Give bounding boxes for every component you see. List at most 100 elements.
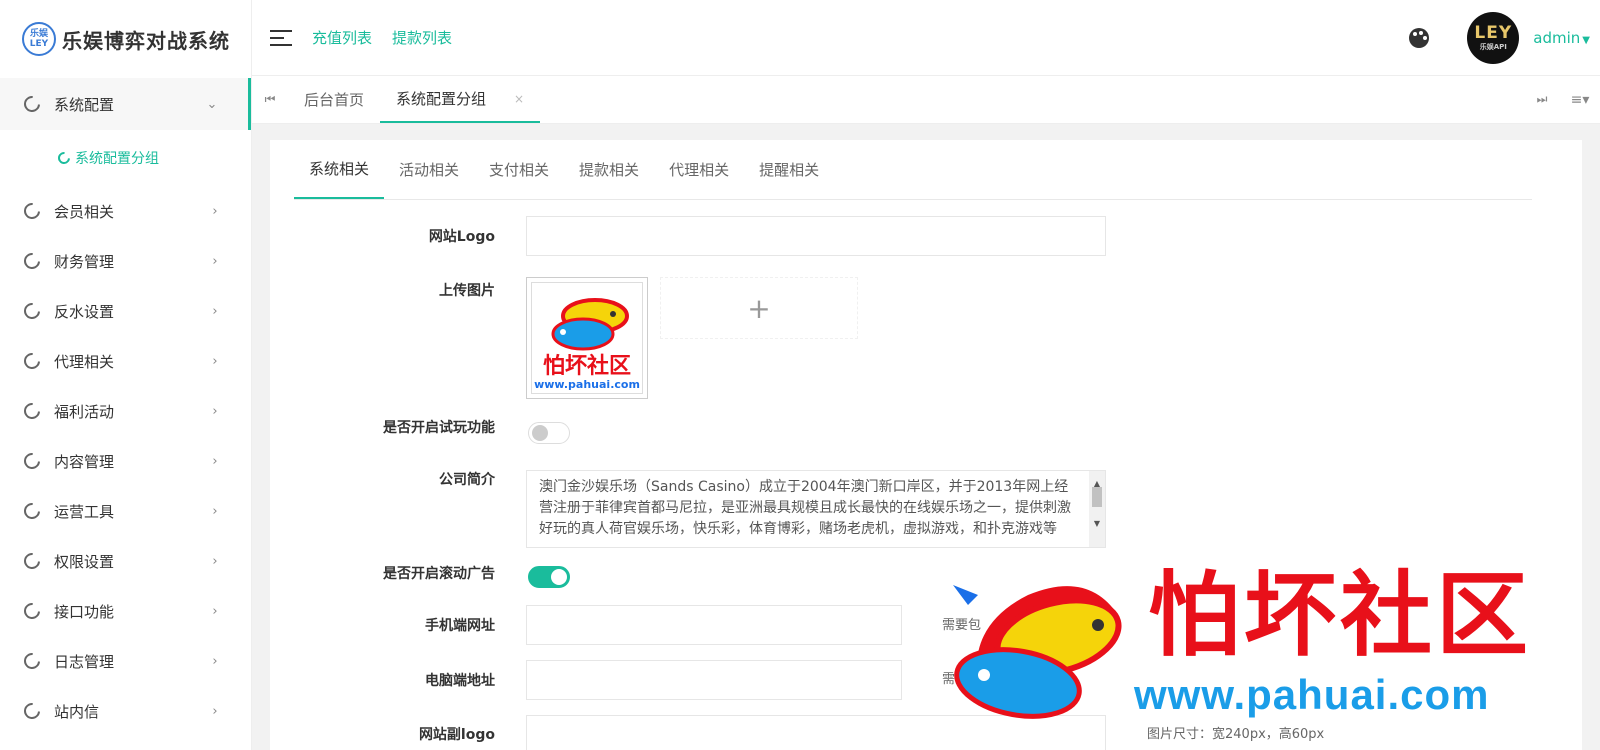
sidebar-subitem-config-group[interactable]: 系统配置分组 (0, 130, 251, 186)
avatar-text: LEY (1474, 22, 1513, 43)
form-tab-withdraw[interactable]: 提款相关 (564, 139, 654, 199)
menu-toggle-icon[interactable] (270, 25, 292, 51)
circle-icon (20, 92, 44, 116)
brand[interactable]: 乐娱 LEY 乐娱博弈对战系统 (0, 0, 251, 78)
sidebar-item-members[interactable]: 会员相关 › (0, 186, 251, 236)
scroll-down-icon[interactable]: ▼ (1089, 513, 1105, 534)
circle-icon (20, 499, 44, 523)
mobile-url-label: 手机端网址 (425, 618, 495, 634)
circle-icon (20, 299, 44, 323)
sidebar-item-system-config[interactable]: 系统配置 ⌄ (0, 78, 251, 130)
upload-label: 上传图片 (439, 283, 495, 299)
form-tab-activity[interactable]: 活动相关 (384, 139, 474, 199)
sidebar-item-permissions[interactable]: 权限设置 › (0, 536, 251, 586)
mobile-url-input[interactable] (526, 605, 902, 645)
sidebar-item-label: 系统配置 (54, 95, 115, 114)
tab-prev-icon[interactable]: ⏮ (252, 76, 288, 123)
chevron-right-icon: › (212, 253, 218, 269)
sidebar-item-label: 代理相关 (54, 352, 115, 371)
circle-icon (20, 399, 44, 423)
watermark-url: www.pahuai.com (1134, 671, 1490, 718)
top-header: 充值列表 提款列表 LEY 乐娱API admin ▼ (252, 0, 1600, 76)
circle-icon (20, 449, 44, 473)
chevron-right-icon: › (212, 653, 218, 669)
sidebar-item-ops-tools[interactable]: 运营工具 › (0, 486, 251, 536)
sidebar: 乐娱 LEY 乐娱博弈对战系统 系统配置 ⌄ 系统配置分组 会员相关 › 财务管… (0, 0, 252, 750)
intro-label: 公司简介 (439, 472, 495, 488)
chevron-right-icon: › (212, 703, 218, 719)
sidebar-item-promotions[interactable]: 福利活动 › (0, 386, 251, 436)
palette-icon[interactable] (1409, 27, 1430, 48)
tab-label: 系统配置分组 (396, 90, 487, 108)
caret-down-icon: ▼ (1582, 34, 1590, 46)
form-tab-payment[interactable]: 支付相关 (474, 139, 564, 199)
chevron-right-icon: › (212, 603, 218, 619)
circle-icon (55, 149, 73, 167)
tab-config-group[interactable]: 系统配置分组 × (380, 76, 541, 123)
uploaded-image-preview: 怕坏社区 www.pahuai.com (531, 282, 643, 394)
chevron-right-icon: › (212, 453, 218, 469)
watermark: 怕坏社区 www.pahuai.com (948, 565, 1558, 745)
recharge-list-link[interactable]: 充值列表 (312, 27, 372, 48)
circle-icon (20, 599, 44, 623)
trial-toggle[interactable] (528, 422, 570, 444)
avatar[interactable]: LEY 乐娱API (1467, 11, 1520, 64)
circle-icon (20, 249, 44, 273)
sub-logo-label: 网站副logo (418, 727, 495, 743)
brand-logo-bottom: LEY (29, 39, 49, 49)
form-tab-system[interactable]: 系统相关 (294, 139, 385, 199)
sidebar-item-logs[interactable]: 日志管理 › (0, 636, 251, 686)
sidebar-item-label: 财务管理 (54, 252, 115, 271)
scroll-ad-label: 是否开启滚动广告 (383, 566, 495, 582)
withdraw-list-link[interactable]: 提款列表 (392, 27, 452, 48)
circle-icon (20, 199, 44, 223)
close-icon[interactable]: × (514, 92, 524, 106)
sidebar-item-messages[interactable]: 站内信 › (0, 686, 251, 736)
chevron-right-icon: › (212, 403, 218, 419)
tab-next-icon[interactable]: ⏭ (1524, 92, 1560, 107)
brand-logo-top: 乐娱 (29, 29, 48, 39)
sidebar-item-rebate[interactable]: 反水设置 › (0, 286, 251, 336)
chevron-right-icon: › (212, 353, 218, 369)
scroll-ad-toggle[interactable] (528, 566, 570, 588)
sidebar-item-label: 运营工具 (54, 502, 115, 521)
pc-url-input[interactable] (526, 660, 902, 700)
form-tab-agent[interactable]: 代理相关 (654, 139, 744, 199)
logo-label: 网站Logo (428, 229, 495, 245)
circle-icon (20, 699, 44, 723)
tab-dashboard[interactable]: 后台首页 (288, 76, 380, 123)
uploaded-image[interactable]: 怕坏社区 www.pahuai.com (526, 277, 648, 399)
sidebar-item-label: 权限设置 (54, 552, 115, 571)
intro-textarea[interactable]: 澳门金沙娱乐场（Sands Casino）成立于2004年澳门新口岸区，并于20… (526, 470, 1106, 548)
chevron-down-icon: ⌄ (206, 96, 218, 112)
sidebar-item-agents[interactable]: 代理相关 › (0, 336, 251, 386)
textarea-scrollbar[interactable]: ▲ ▼ (1089, 471, 1105, 547)
form-tabs: 系统相关 活动相关 支付相关 提款相关 代理相关 提醒相关 (294, 140, 1532, 200)
user-menu[interactable]: admin ▼ (1533, 29, 1590, 47)
chevron-right-icon: › (212, 553, 218, 569)
thumb-url: www.pahuai.com (534, 378, 640, 391)
sidebar-item-finance[interactable]: 财务管理 › (0, 236, 251, 286)
pc-url-label: 电脑端地址 (425, 673, 495, 689)
tab-menu-icon[interactable]: ≡▾ (1560, 92, 1600, 108)
sidebar-item-label: 接口功能 (54, 602, 115, 621)
watermark-title: 怕坏社区 (1148, 561, 1533, 669)
logo-input[interactable] (526, 216, 1106, 256)
avatar-subtext: 乐娱API (1479, 42, 1507, 51)
sidebar-item-api[interactable]: 接口功能 › (0, 586, 251, 636)
fish-logo-icon (551, 298, 629, 351)
tab-label: 后台首页 (304, 91, 365, 109)
sidebar-item-label: 日志管理 (54, 652, 115, 671)
thumb-title: 怕坏社区 (542, 353, 631, 379)
header-right: LEY 乐娱API admin ▼ (1409, 11, 1600, 64)
sidebar-item-content[interactable]: 内容管理 › (0, 436, 251, 486)
intro-text: 澳门金沙娱乐场（Sands Casino）成立于2004年澳门新口岸区，并于20… (539, 479, 1071, 537)
sidebar-item-label: 福利活动 (54, 402, 115, 421)
form-tab-reminder[interactable]: 提醒相关 (744, 139, 834, 199)
trial-label: 是否开启试玩功能 (383, 420, 495, 436)
circle-icon (20, 349, 44, 373)
page-tab-bar: ⏮ 后台首页 系统配置分组 × ⏭ ≡▾ (252, 76, 1600, 124)
tab-bar-right: ⏭ ≡▾ (1524, 76, 1600, 123)
sidebar-item-label: 站内信 (54, 702, 100, 721)
upload-add-button[interactable]: + (660, 277, 858, 339)
